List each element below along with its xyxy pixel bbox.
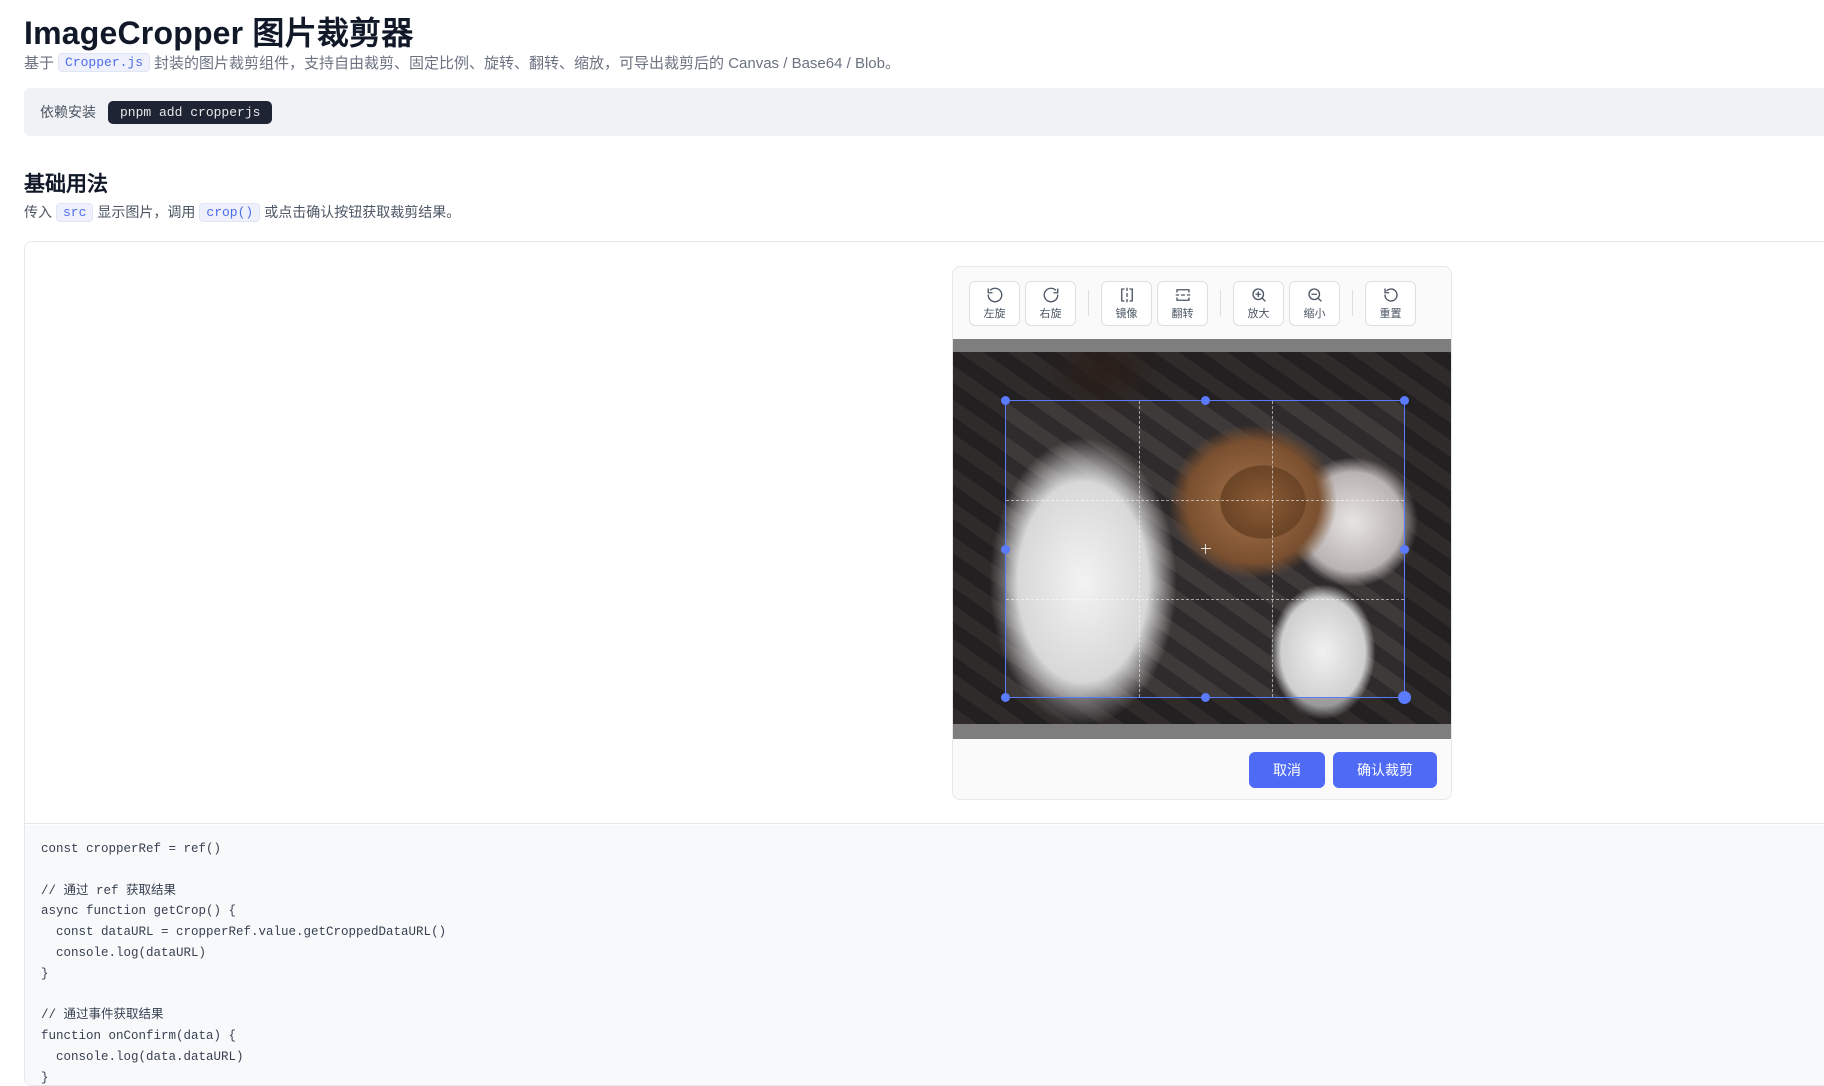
crop-grid-line <box>1006 500 1404 501</box>
crop-selection-box[interactable] <box>1001 396 1411 704</box>
desc-text-1: 传入 <box>24 204 52 220</box>
page-subtitle: 基于 Cropper.js 封装的图片裁剪组件，支持自由裁剪、固定比例、旋转、翻… <box>24 52 900 73</box>
subtitle-suffix: 封装的图片裁剪组件，支持自由裁剪、固定比例、旋转、翻转、缩放，可导出裁剪后的 C… <box>154 55 900 72</box>
code-line: // 通过 ref 获取结果 <box>41 883 177 898</box>
cropper-toolbar: 左旋 右旋 镜像 翻转 放大 缩小 重置 <box>953 267 1451 339</box>
reset-icon <box>1383 287 1398 302</box>
code-line: async function getCrop() { <box>41 904 237 919</box>
desc-text-3: 或点击确认按钮获取裁剪结果。 <box>264 204 461 220</box>
flip-label: 翻转 <box>1171 307 1194 320</box>
cropper-actions: 取消 确认裁剪 <box>953 739 1451 799</box>
rotate-right-label: 右旋 <box>1039 307 1062 320</box>
desc-code-src: src <box>56 202 94 222</box>
flip-button[interactable]: 翻转 <box>1157 280 1208 326</box>
rotate-right-button[interactable]: 右旋 <box>1025 280 1076 326</box>
cancel-button[interactable]: 取消 <box>1249 752 1325 788</box>
demo-preview-area: 左旋 右旋 镜像 翻转 放大 缩小 重置 取消 确认裁剪 <box>25 242 1824 824</box>
reset-button[interactable]: 重置 <box>1365 280 1416 326</box>
code-line: console.log(dataURL) <box>41 945 207 960</box>
zoom-out-button[interactable]: 缩小 <box>1289 280 1340 326</box>
rotate-left-icon <box>987 287 1002 302</box>
zoom-out-label: 缩小 <box>1303 307 1326 320</box>
dependency-label: 依赖安装 <box>40 104 96 120</box>
subtitle-prefix: 基于 <box>24 55 55 72</box>
zoom-in-icon <box>1251 287 1266 302</box>
code-line: function onConfirm(data) { <box>41 1029 237 1044</box>
rotate-left-label: 左旋 <box>983 307 1006 320</box>
crop-handle-right[interactable] <box>1400 545 1409 554</box>
zoom-out-icon <box>1307 287 1322 302</box>
confirm-crop-button[interactable]: 确认裁剪 <box>1333 752 1437 788</box>
toolbar-divider <box>1088 290 1089 316</box>
image-cropper: 左旋 右旋 镜像 翻转 放大 缩小 重置 取消 确认裁剪 <box>952 266 1452 800</box>
code-line: // 通过事件获取结果 <box>41 1008 164 1023</box>
crop-center-mark <box>1201 544 1211 554</box>
rotate-right-icon <box>1043 287 1058 302</box>
code-block: const cropperRef = ref() // 通过 ref 获取结果 a… <box>25 825 1824 1085</box>
code-line: console.log(data.dataURL) <box>41 1049 244 1064</box>
crop-grid-line <box>1272 401 1273 697</box>
crop-grid-line <box>1139 401 1140 697</box>
crop-handle-bottom-right[interactable] <box>1398 691 1411 704</box>
code-line: const cropperRef = ref() <box>41 842 222 856</box>
code-line: } <box>41 966 49 981</box>
zoom-in-button[interactable]: 放大 <box>1233 280 1284 326</box>
crop-handle-left[interactable] <box>1001 545 1010 554</box>
demo-container: 左旋 右旋 镜像 翻转 放大 缩小 重置 取消 确认裁剪 const cropp… <box>24 241 1824 1086</box>
dependency-bar: 依赖安装 pnpm add cropperjs <box>24 88 1824 136</box>
mirror-icon <box>1120 287 1133 302</box>
code-line: } <box>41 1070 49 1085</box>
zoom-in-label: 放大 <box>1247 307 1270 320</box>
reset-label: 重置 <box>1379 307 1402 320</box>
mirror-label: 镜像 <box>1115 307 1138 320</box>
crop-handle-bottom[interactable] <box>1201 693 1210 702</box>
code-line: const dataURL = cropperRef.value.getCrop… <box>41 925 447 940</box>
section-title: 基础用法 <box>24 173 108 196</box>
crop-handle-top-left[interactable] <box>1001 396 1010 405</box>
toolbar-divider <box>1220 290 1221 316</box>
crop-grid-line <box>1006 599 1404 600</box>
bulldog-photo <box>953 352 1451 724</box>
crop-handle-top[interactable] <box>1201 396 1210 405</box>
rotate-left-button[interactable]: 左旋 <box>969 280 1020 326</box>
crop-handle-top-right[interactable] <box>1400 396 1409 405</box>
crop-stage[interactable] <box>953 339 1451 739</box>
subtitle-code: Cropper.js <box>58 53 151 72</box>
desc-text-2: 显示图片，调用 <box>97 204 196 220</box>
dependency-command: pnpm add cropperjs <box>108 100 273 124</box>
page: ImageCropper 图片裁剪器 基于 Cropper.js 封装的图片裁剪… <box>0 0 1824 1086</box>
flip-icon <box>1175 288 1190 301</box>
desc-code-crop: crop() <box>199 202 261 222</box>
crop-handle-bottom-left[interactable] <box>1001 693 1010 702</box>
page-title: ImageCropper 图片裁剪器 <box>24 15 414 51</box>
mirror-button[interactable]: 镜像 <box>1101 280 1152 326</box>
section-description: 传入 src 显示图片，调用 crop() 或点击确认按钮获取裁剪结果。 <box>24 202 460 222</box>
toolbar-divider <box>1352 290 1353 316</box>
